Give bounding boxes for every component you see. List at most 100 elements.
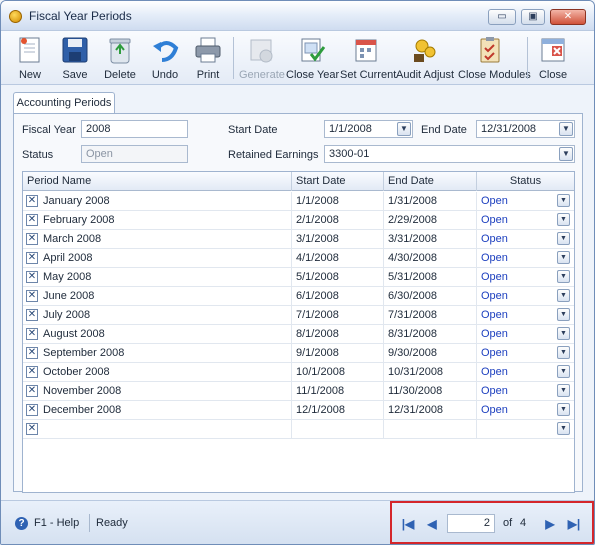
help-hint[interactable]: F1 - Help xyxy=(34,517,79,529)
undo-button[interactable]: Undo xyxy=(147,33,183,85)
delete-row-icon[interactable]: ✕ xyxy=(26,214,38,226)
delete-row-icon[interactable]: ✕ xyxy=(26,347,38,359)
period-name-cell[interactable]: ✕ May 2008 xyxy=(23,268,292,287)
chevron-down-icon[interactable]: ▼ xyxy=(557,308,570,321)
chevron-down-icon[interactable]: ▼ xyxy=(557,384,570,397)
period-name-cell[interactable]: ✕ March 2008 xyxy=(23,230,292,249)
chevron-down-icon[interactable]: ▼ xyxy=(557,327,570,340)
period-name-cell[interactable]: ✕ xyxy=(23,420,292,439)
fiscal-year-field[interactable]: 2008 xyxy=(81,120,188,138)
end-date-cell[interactable]: 1/31/2008 xyxy=(384,192,477,211)
status-cell[interactable]: Open ▼ xyxy=(477,344,574,363)
first-page-icon[interactable]: |◀ xyxy=(400,516,416,532)
status-cell[interactable]: Open ▼ xyxy=(477,363,574,382)
status-cell[interactable]: Open ▼ xyxy=(477,325,574,344)
next-page-icon[interactable]: ▶ xyxy=(542,516,558,532)
end-date-picker[interactable]: 12/31/2008 ▼ xyxy=(476,120,575,138)
delete-row-icon[interactable]: ✕ xyxy=(26,404,38,416)
delete-row-icon[interactable]: ✕ xyxy=(26,290,38,302)
start-date-cell[interactable]: 2/1/2008 xyxy=(292,211,384,230)
table-row[interactable]: ✕ April 2008 4/1/2008 4/30/2008 Open ▼ xyxy=(23,249,574,268)
tab-accounting-periods[interactable]: Accounting Periods xyxy=(13,92,115,114)
table-row[interactable]: ✕ May 2008 5/1/2008 5/31/2008 Open ▼ xyxy=(23,268,574,287)
table-row[interactable]: ✕ November 2008 11/1/2008 11/30/2008 Open ▼ xyxy=(23,382,574,401)
period-name-cell[interactable]: ✕ August 2008 xyxy=(23,325,292,344)
close-modules-button[interactable]: Close Modules xyxy=(458,33,531,85)
period-name-cell[interactable]: ✕ February 2008 xyxy=(23,211,292,230)
status-cell[interactable]: Open ▼ xyxy=(477,249,574,268)
new-button[interactable]: New xyxy=(12,33,48,85)
chevron-down-icon[interactable]: ▼ xyxy=(557,251,570,264)
retained-earnings-select[interactable]: 3300-01 ▼ xyxy=(324,145,575,163)
status-cell[interactable]: Open ▼ xyxy=(477,306,574,325)
chevron-down-icon[interactable]: ▼ xyxy=(559,122,573,136)
minimize-button[interactable]: ▭ xyxy=(488,9,516,25)
table-row[interactable]: ✕ February 2008 2/1/2008 2/29/2008 Open ▼ xyxy=(23,211,574,230)
delete-row-icon[interactable]: ✕ xyxy=(26,328,38,340)
status-cell[interactable]: Open ▼ xyxy=(477,192,574,211)
column-header-status[interactable]: Status xyxy=(477,172,574,191)
previous-page-icon[interactable]: ◀ xyxy=(424,516,440,532)
delete-button[interactable]: Delete xyxy=(102,33,138,85)
chevron-down-icon[interactable]: ▼ xyxy=(559,147,573,161)
period-name-cell[interactable]: ✕ December 2008 xyxy=(23,401,292,420)
chevron-down-icon[interactable]: ▼ xyxy=(557,422,570,435)
print-button[interactable]: Print xyxy=(190,33,226,85)
start-date-cell[interactable]: 3/1/2008 xyxy=(292,230,384,249)
end-date-cell[interactable]: 7/31/2008 xyxy=(384,306,477,325)
status-cell[interactable]: Open ▼ xyxy=(477,268,574,287)
audit-adjust-button[interactable]: Audit Adjust xyxy=(396,33,454,85)
period-name-cell[interactable]: ✕ January 2008 xyxy=(23,192,292,211)
delete-row-icon[interactable]: ✕ xyxy=(26,252,38,264)
delete-row-icon[interactable]: ✕ xyxy=(26,423,38,435)
end-date-cell[interactable]: 12/31/2008 xyxy=(384,401,477,420)
delete-row-icon[interactable]: ✕ xyxy=(26,271,38,283)
chevron-down-icon[interactable]: ▼ xyxy=(557,346,570,359)
status-cell[interactable]: ▼ xyxy=(477,420,574,439)
start-date-cell[interactable]: 9/1/2008 xyxy=(292,344,384,363)
period-name-cell[interactable]: ✕ September 2008 xyxy=(23,344,292,363)
start-date-cell[interactable]: 12/1/2008 xyxy=(292,401,384,420)
table-row[interactable]: ✕ September 2008 9/1/2008 9/30/2008 Open ▼ xyxy=(23,344,574,363)
last-page-icon[interactable]: ▶| xyxy=(566,516,582,532)
start-date-cell[interactable]: 11/1/2008 xyxy=(292,382,384,401)
maximize-button[interactable]: ▣ xyxy=(521,9,545,25)
delete-row-icon[interactable]: ✕ xyxy=(26,195,38,207)
start-date-cell[interactable]: 5/1/2008 xyxy=(292,268,384,287)
end-date-cell[interactable]: 11/30/2008 xyxy=(384,382,477,401)
close-window-button[interactable]: ✕ xyxy=(550,9,586,25)
column-header-end-date[interactable]: End Date xyxy=(384,172,477,191)
start-date-cell[interactable]: 10/1/2008 xyxy=(292,363,384,382)
table-row[interactable]: ✕ October 2008 10/1/2008 10/31/2008 Open ▼ xyxy=(23,363,574,382)
chevron-down-icon[interactable]: ▼ xyxy=(397,122,411,136)
period-name-cell[interactable]: ✕ June 2008 xyxy=(23,287,292,306)
start-date-cell[interactable]: 6/1/2008 xyxy=(292,287,384,306)
delete-row-icon[interactable]: ✕ xyxy=(26,385,38,397)
period-name-cell[interactable]: ✕ July 2008 xyxy=(23,306,292,325)
chevron-down-icon[interactable]: ▼ xyxy=(557,289,570,302)
end-date-cell[interactable]: 4/30/2008 xyxy=(384,249,477,268)
period-name-cell[interactable]: ✕ October 2008 xyxy=(23,363,292,382)
chevron-down-icon[interactable]: ▼ xyxy=(557,403,570,416)
chevron-down-icon[interactable]: ▼ xyxy=(557,365,570,378)
set-current-button[interactable]: Set Current xyxy=(340,33,396,85)
page-number-input[interactable]: 2 xyxy=(447,514,495,533)
chevron-down-icon[interactable]: ▼ xyxy=(557,232,570,245)
start-date-cell[interactable]: 1/1/2008 xyxy=(292,192,384,211)
status-cell[interactable]: Open ▼ xyxy=(477,230,574,249)
period-name-cell[interactable]: ✕ November 2008 xyxy=(23,382,292,401)
end-date-cell[interactable]: 3/31/2008 xyxy=(384,230,477,249)
status-cell[interactable]: Open ▼ xyxy=(477,211,574,230)
status-cell[interactable]: Open ▼ xyxy=(477,401,574,420)
end-date-cell[interactable]: 8/31/2008 xyxy=(384,325,477,344)
chevron-down-icon[interactable]: ▼ xyxy=(557,194,570,207)
start-date-cell[interactable] xyxy=(292,420,384,439)
column-header-period-name[interactable]: Period Name xyxy=(23,172,292,191)
start-date-cell[interactable]: 8/1/2008 xyxy=(292,325,384,344)
table-row[interactable]: ✕ ▼ xyxy=(23,420,574,439)
help-icon[interactable]: ? xyxy=(15,517,28,530)
start-date-picker[interactable]: 1/1/2008 ▼ xyxy=(324,120,413,138)
table-row[interactable]: ✕ July 2008 7/1/2008 7/31/2008 Open ▼ xyxy=(23,306,574,325)
end-date-cell[interactable]: 6/30/2008 xyxy=(384,287,477,306)
column-header-start-date[interactable]: Start Date xyxy=(292,172,384,191)
